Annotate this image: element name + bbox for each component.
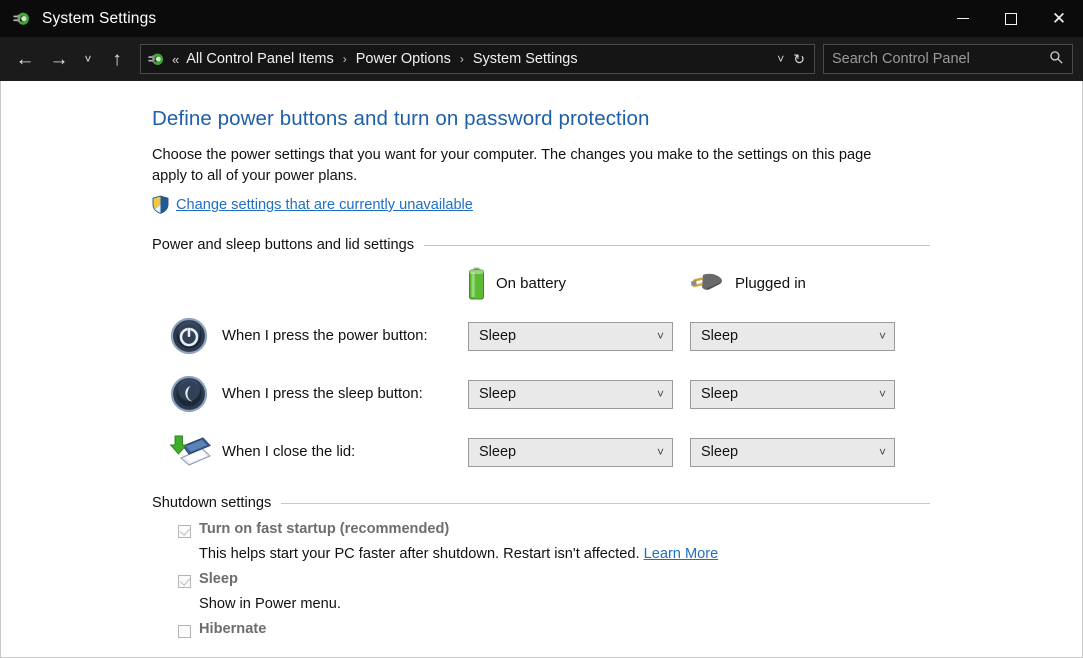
selected-value: Sleep: [701, 444, 739, 461]
content-area: Define power buttons and turn on passwor…: [0, 81, 1083, 658]
close-button[interactable]: ✕: [1035, 0, 1083, 37]
change-settings-link[interactable]: Change settings that are currently unava…: [176, 197, 473, 213]
sleep-option-label: Sleep: [199, 571, 238, 588]
power-plug-icon: [12, 9, 32, 29]
sleep-button-plugged-in-select[interactable]: Sleep ˅: [690, 379, 895, 409]
learn-more-link[interactable]: Learn More: [644, 546, 719, 562]
power-plug-icon: [690, 272, 724, 294]
column-on-battery: On battery: [468, 267, 690, 300]
page-title: Define power buttons and turn on passwor…: [152, 107, 650, 130]
setting-row: When I close the lid: Sleep ˅ Sleep ˅: [152, 423, 1082, 481]
maximize-icon: [1005, 12, 1017, 25]
selected-value: Sleep: [479, 386, 517, 403]
chevron-down-icon: ˅: [656, 445, 664, 460]
sleep-option-description: Show in Power menu.: [199, 596, 341, 613]
navigation-bar: ← → ˅ ↑ « All Control Panel Items › Powe…: [0, 37, 1083, 81]
sleep-option-row[interactable]: Sleep: [178, 571, 1082, 596]
sleep-button-row-label: When I press the sleep button:: [222, 386, 423, 403]
selected-value: Sleep: [479, 444, 517, 461]
breadcrumb-power-options[interactable]: Power Options: [353, 49, 454, 69]
chevron-down-icon: ˅: [878, 387, 886, 402]
breadcrumb-separator-icon: ›: [459, 52, 464, 66]
hibernate-option-row[interactable]: Hibernate: [178, 621, 1082, 646]
system-settings-window: System Settings ✕ ← → ˅ ↑ « All Control …: [0, 0, 1083, 658]
power-button-plugged-in-select[interactable]: Sleep ˅: [690, 321, 895, 351]
section-divider: [424, 244, 930, 246]
back-button[interactable]: ←: [8, 44, 42, 74]
fast-startup-description-text: This helps start your PC faster after sh…: [199, 546, 640, 563]
window-title: System Settings: [42, 9, 157, 27]
power-button-icon: [169, 316, 213, 356]
selected-value: Sleep: [701, 328, 739, 345]
setting-row: When I press the power button: Sleep ˅ S…: [152, 307, 1082, 365]
chevron-down-icon: ˅: [878, 445, 886, 460]
close-icon: ✕: [1051, 9, 1067, 28]
hibernate-option-label: Hibernate: [199, 621, 267, 638]
shutdown-options-list: Turn on fast startup (recommended) This …: [152, 521, 1082, 646]
search-input[interactable]: [832, 51, 1049, 67]
up-button[interactable]: ↑: [100, 44, 134, 74]
forward-button[interactable]: →: [42, 44, 76, 74]
close-lid-row-label: When I close the lid:: [222, 444, 356, 461]
fast-startup-row[interactable]: Turn on fast startup (recommended): [178, 521, 1082, 546]
column-headers: On battery Plugged in: [152, 259, 1082, 307]
breadcrumb-all-control-panel-items[interactable]: All Control Panel Items: [183, 49, 336, 69]
shutdown-section: Shutdown settings Turn on fast startup (…: [152, 495, 1082, 646]
power-plug-icon: [147, 50, 166, 69]
maximize-button[interactable]: [987, 0, 1035, 37]
window-controls: ✕: [939, 0, 1083, 37]
minimize-icon: [957, 18, 969, 19]
column-plugged-in: Plugged in: [690, 272, 912, 294]
minimize-button[interactable]: [939, 0, 987, 37]
close-lid-on-battery-select[interactable]: Sleep ˅: [468, 437, 673, 467]
shield-icon: [152, 195, 169, 215]
power-section-label: Power and sleep buttons and lid settings: [152, 237, 415, 254]
hibernate-checkbox[interactable]: [178, 625, 191, 639]
fast-startup-label: Turn on fast startup (recommended): [199, 521, 450, 538]
section-divider: [281, 502, 930, 504]
shutdown-section-label: Shutdown settings: [152, 495, 272, 512]
breadcrumb-system-settings[interactable]: System Settings: [470, 49, 581, 69]
chevron-down-icon: ˅: [656, 329, 664, 344]
battery-icon: [468, 267, 485, 300]
chevron-down-icon: ˅: [656, 387, 664, 402]
sleep-checkbox[interactable]: [178, 575, 191, 589]
uac-link-row: Change settings that are currently unava…: [152, 195, 1082, 215]
shutdown-section-header: Shutdown settings: [152, 495, 930, 511]
laptop-lid-icon: [169, 432, 213, 472]
breadcrumb-overflow-icon[interactable]: «: [170, 52, 183, 67]
close-lid-plugged-in-select[interactable]: Sleep ˅: [690, 437, 895, 467]
refresh-icon[interactable]: ↻: [791, 51, 810, 68]
fast-startup-checkbox[interactable]: [178, 525, 191, 539]
selected-value: Sleep: [701, 386, 739, 403]
sleep-button-icon: [169, 374, 213, 414]
address-bar[interactable]: « All Control Panel Items › Power Option…: [140, 44, 815, 74]
on-battery-label: On battery: [496, 274, 567, 292]
sleep-button-on-battery-select[interactable]: Sleep ˅: [468, 379, 673, 409]
search-icon[interactable]: [1049, 50, 1064, 69]
breadcrumb-separator-icon: ›: [342, 52, 347, 66]
page-description: Choose the power settings that you want …: [152, 147, 872, 184]
setting-row: When I press the sleep button: Sleep ˅ S…: [152, 365, 1082, 423]
title-bar: System Settings ✕: [0, 0, 1083, 37]
power-button-row-label: When I press the power button:: [222, 328, 428, 345]
power-section-header: Power and sleep buttons and lid settings: [152, 237, 930, 253]
plugged-in-label: Plugged in: [735, 274, 806, 292]
recent-locations-chevron-down-icon[interactable]: ˅: [76, 44, 100, 74]
search-box[interactable]: [823, 44, 1073, 74]
power-button-on-battery-select[interactable]: Sleep ˅: [468, 321, 673, 351]
chevron-down-icon: ˅: [878, 329, 886, 344]
selected-value: Sleep: [479, 328, 517, 345]
fast-startup-description: This helps start your PC faster after sh…: [178, 546, 1082, 571]
address-chevron-down-icon[interactable]: ˅: [770, 52, 791, 66]
